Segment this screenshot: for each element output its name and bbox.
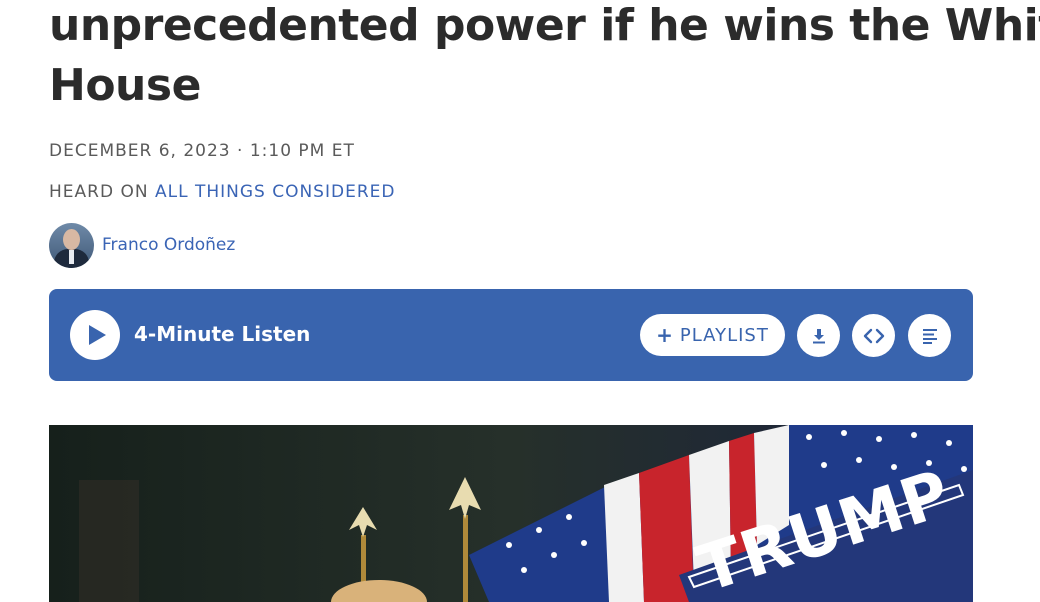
article-photo: TRUMP	[49, 425, 973, 602]
add-to-playlist-button[interactable]: + PLAYLIST	[640, 314, 785, 356]
audio-player: 4-Minute Listen + PLAYLIST	[49, 289, 973, 381]
author-avatar[interactable]	[49, 222, 94, 268]
heard-on: HEARD ON ALL THINGS CONSIDERED	[49, 182, 395, 202]
download-button[interactable]	[797, 314, 840, 357]
transcript-icon	[922, 328, 937, 344]
dateline: DECEMBER 6, 2023 · 1:10 PM ET	[49, 141, 355, 161]
download-icon	[812, 328, 825, 343]
headline-line-1: unprecedented power if he wins the White	[49, 0, 1040, 51]
byline: Franco Ordoñez	[49, 222, 235, 268]
play-button[interactable]	[70, 310, 120, 360]
headline-line-2: House	[49, 60, 201, 111]
listen-duration: 4-Minute Listen	[134, 322, 311, 346]
transcript-button[interactable]	[908, 314, 951, 357]
program-link[interactable]: ALL THINGS CONSIDERED	[155, 182, 396, 202]
author-link[interactable]: Franco Ordoñez	[102, 235, 235, 255]
plus-icon: +	[656, 323, 674, 347]
embed-button[interactable]	[852, 314, 895, 357]
embed-icon	[863, 328, 884, 343]
play-icon	[89, 325, 106, 345]
playlist-label: PLAYLIST	[679, 324, 769, 346]
heard-on-prefix: HEARD ON	[49, 182, 155, 202]
